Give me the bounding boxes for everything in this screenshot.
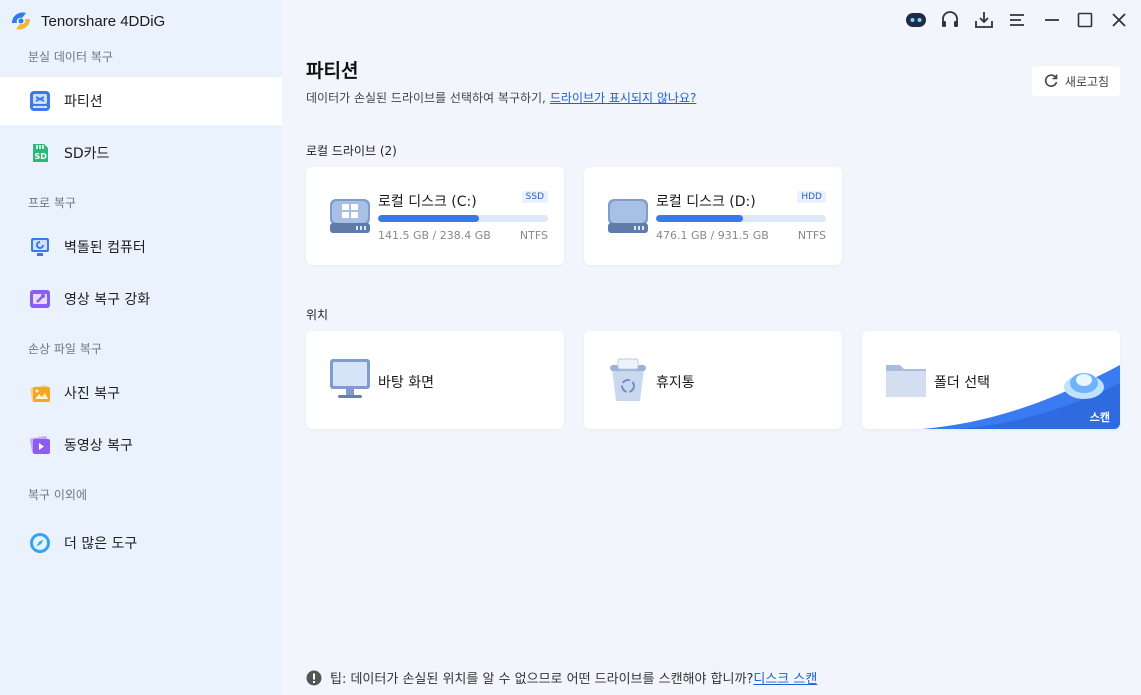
compass-icon: [27, 530, 53, 556]
drive-size: 476.1 GB / 931.5 GB: [656, 229, 769, 242]
maximize-icon[interactable]: [1072, 8, 1098, 32]
location-label: 바탕 화면: [378, 375, 434, 391]
section-label-lost-data: 분실 데이터 복구: [28, 50, 113, 64]
drive-icon: [608, 199, 648, 233]
sidebar-item-label: 더 많은 도구: [64, 536, 138, 552]
sd-card-icon: SD: [27, 140, 53, 166]
desktop-icon: [330, 359, 370, 398]
sidebar-item-photo-repair[interactable]: 사진 복구: [0, 369, 282, 417]
location-card-recycle-bin[interactable]: 휴지통: [584, 331, 842, 429]
section-label-pro: 프로 복구: [28, 196, 76, 210]
sidebar-item-more-tools[interactable]: 더 많은 도구: [0, 519, 282, 567]
disk-scan-link[interactable]: 디스크 스캔: [753, 668, 817, 687]
location-card-select-folder[interactable]: 폴더 선택 스캔: [862, 331, 1120, 429]
recycle-bin-icon: [610, 358, 646, 401]
drive-name: 로컬 디스크 (D:): [656, 194, 756, 210]
sidebar-item-video-repair[interactable]: 영상 복구 강화: [0, 275, 282, 323]
windows-drive-icon: [330, 199, 370, 233]
section-label-beyond-recovery: 복구 이외에: [28, 488, 88, 502]
section-label-damaged-file: 손상 파일 복구: [28, 342, 102, 356]
minimize-icon[interactable]: [1039, 8, 1065, 32]
drive-usage-fill: [378, 215, 479, 222]
partition-icon: [27, 88, 53, 114]
crashed-computer-icon: [27, 234, 53, 260]
drive-type-badge: HDD: [797, 191, 826, 203]
close-icon[interactable]: [1106, 8, 1132, 32]
drive-filesystem: NTFS: [797, 229, 826, 242]
location-card-desktop[interactable]: 바탕 화면: [306, 331, 564, 429]
drive-type-badge: SSD: [521, 191, 548, 203]
tip-text: 팁: 데이터가 손실된 위치를 알 수 없으므로 어떤 드라이브를 스캔해야 합…: [330, 672, 754, 687]
video-icon: [27, 432, 53, 458]
sidebar-item-crashed-computer[interactable]: 벽돌된 컴퓨터: [0, 223, 282, 271]
sidebar-item-label: 영상 복구 강화: [64, 292, 151, 308]
sidebar-item-label: 동영상 복구: [64, 438, 133, 454]
sidebar-item-sd-card[interactable]: SD SD카드: [0, 129, 282, 177]
main-content: 파티션 데이터가 손실된 드라이브를 선택하여 복구하기, 드라이브가 표시되지 …: [282, 0, 1141, 695]
app-title: Tenorshare 4DDiG: [41, 12, 166, 30]
brand: Tenorshare 4DDiG: [8, 9, 165, 33]
sidebar-item-label: SD카드: [64, 146, 110, 162]
page-subtitle: 데이터가 손실된 드라이브를 선택하여 복구하기, 드라이브가 표시되지 않나요?: [306, 89, 696, 106]
sidebar-item-label: 벽돌된 컴퓨터: [64, 240, 146, 256]
drive-usage-fill: [656, 215, 743, 222]
subtitle-text: 데이터가 손실된 드라이브를 선택하여 복구하기,: [306, 91, 546, 105]
drive-usage-bar: [656, 215, 826, 222]
page-title: 파티션: [306, 60, 359, 82]
local-drives-header: 로컬 드라이브 (2): [306, 144, 397, 158]
menu-icon[interactable]: [1004, 8, 1030, 32]
support-headset-icon[interactable]: [937, 8, 963, 32]
info-icon: [306, 670, 322, 685]
folder-icon: [886, 365, 926, 397]
download-icon[interactable]: [971, 8, 997, 32]
locations-header: 위치: [306, 308, 329, 322]
drive-card-d[interactable]: 로컬 디스크 (D:) HDD 476.1 GB / 931.5 GB NTFS: [584, 167, 842, 265]
drive-not-shown-link[interactable]: 드라이브가 표시되지 않나요?: [550, 91, 696, 105]
sidebar: Tenorshare 4DDiG 분실 데이터 복구 파티션 SD SD카드 프…: [0, 0, 282, 695]
drive-size: 141.5 GB / 238.4 GB: [378, 229, 491, 242]
sidebar-item-video-recovery[interactable]: 동영상 복구: [0, 421, 282, 469]
tip-bar: 팁: 데이터가 손실된 위치를 알 수 없으므로 어떤 드라이브를 스캔해야 합…: [306, 668, 817, 687]
svg-text:SD: SD: [35, 152, 48, 161]
drive-card-c[interactable]: 로컬 디스크 (C:) SSD 141.5 GB / 238.4 GB NTFS: [306, 167, 564, 265]
video-repair-icon: [27, 286, 53, 312]
refresh-button[interactable]: 새로고침: [1032, 66, 1120, 96]
scan-badge: 스캔: [1089, 411, 1110, 424]
photo-icon: [27, 380, 53, 406]
drive-filesystem: NTFS: [519, 229, 548, 242]
assistant-bot-icon[interactable]: [903, 8, 929, 32]
refresh-icon: [1044, 74, 1058, 87]
tenorshare-logo-icon: [12, 12, 30, 30]
location-label: 폴더 선택: [934, 375, 990, 391]
location-label: 휴지통: [656, 375, 695, 391]
sidebar-item-label: 사진 복구: [64, 386, 120, 402]
drive-name: 로컬 디스크 (C:): [378, 194, 477, 210]
refresh-label: 새로고침: [1064, 74, 1110, 89]
sidebar-item-partition[interactable]: 파티션: [0, 77, 282, 125]
drive-usage-bar: [378, 215, 548, 222]
sidebar-item-label: 파티션: [64, 94, 103, 110]
